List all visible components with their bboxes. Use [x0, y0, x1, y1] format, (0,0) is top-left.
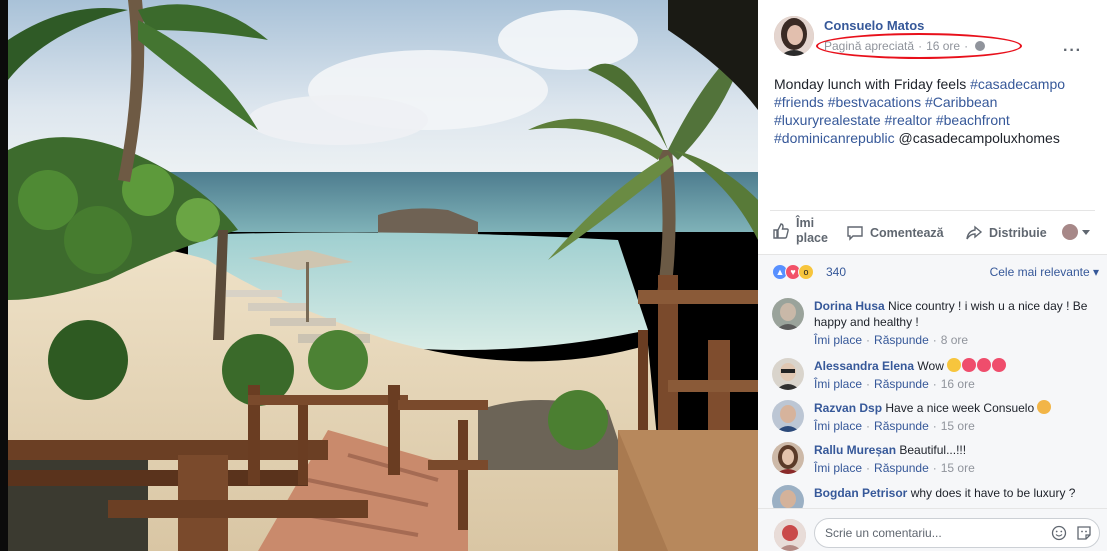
ok-hand-emoji-icon	[1037, 400, 1052, 414]
hashtag-link[interactable]: #luxuryrealestate #realtor #beachfront	[774, 112, 1010, 128]
chevron-down-icon	[1082, 229, 1090, 235]
commenter-name[interactable]: Dorina Husa	[814, 299, 885, 313]
commenter-avatar[interactable]	[772, 485, 804, 508]
heart-emoji-icon	[977, 358, 992, 372]
comment-like-link[interactable]: Îmi place	[814, 377, 862, 391]
beach-scene	[8, 0, 758, 551]
astonished-emoji-icon	[947, 358, 962, 372]
share-arrow-icon	[966, 225, 983, 240]
post-text-plain: Monday lunch with Friday feels	[774, 76, 971, 92]
commenter-name[interactable]: Rallu Mureșan	[814, 443, 896, 457]
reaction-count[interactable]: 340	[826, 265, 846, 279]
comment-reply-link[interactable]: Răspunde	[874, 419, 929, 433]
comment-text: Have a nice week Consuelo	[885, 401, 1035, 415]
photo-edge	[0, 0, 8, 551]
sticker-icon[interactable]	[1076, 525, 1092, 541]
viewer-avatar	[1062, 224, 1078, 240]
comment-sort-label: Cele mai relevante	[989, 265, 1090, 279]
post-actions-bar: Îmi place Comentează Distribuie	[772, 216, 1094, 250]
like-label: Îmi place	[796, 216, 828, 245]
divider	[770, 210, 1095, 211]
comment-actions: Îmi place · Răspunde · 15 ore	[814, 461, 975, 475]
comment-time[interactable]: 15 ore	[941, 461, 975, 475]
reaction-icons[interactable]: ▲ ♥ o	[772, 264, 814, 280]
commenter-name[interactable]: Alessandra Elena	[814, 359, 914, 373]
comment-time[interactable]: 16 ore	[941, 377, 975, 391]
viewer-avatar	[774, 519, 806, 551]
comment-actions: Îmi place · Răspunde · 15 ore	[814, 419, 975, 433]
comment-time[interactable]: 15 ore	[941, 419, 975, 433]
photo-viewer	[0, 0, 758, 551]
comment-text: Wow	[917, 359, 944, 373]
comment-composer	[758, 508, 1107, 551]
commenter-name[interactable]: Razvan Dsp	[814, 401, 882, 415]
heart-emoji-icon	[992, 358, 1007, 372]
commenter-avatar[interactable]	[772, 442, 804, 474]
highlight-annotation	[816, 33, 1022, 59]
comment-actions: Îmi place · Răspunde · 16 ore	[814, 377, 975, 391]
comments-list: Dorina Husa Nice country ! i wish u a ni…	[758, 288, 1107, 508]
more-options-button[interactable]: ···	[1063, 42, 1082, 60]
hashtag-link[interactable]: #dominicanrepublic	[774, 130, 895, 146]
comment-actions: Îmi place · Răspunde · 8 ore	[814, 333, 969, 347]
commenter-avatar[interactable]	[772, 298, 804, 330]
author-name[interactable]: Consuelo Matos	[824, 18, 924, 33]
hashtag-link[interactable]: #casadecampo	[970, 76, 1065, 92]
like-button[interactable]: Îmi place	[772, 216, 836, 246]
comment-reply-link[interactable]: Răspunde	[874, 377, 929, 391]
comment-button[interactable]: Comentează	[846, 224, 944, 242]
comment-reply-link[interactable]: Răspunde	[874, 461, 929, 475]
commenter-avatar[interactable]	[772, 400, 804, 432]
share-button[interactable]: Distribuie	[965, 224, 1047, 242]
comment-like-link[interactable]: Îmi place	[814, 461, 862, 475]
wow-reaction-icon: o	[798, 264, 814, 280]
share-label: Distribuie	[989, 226, 1047, 240]
commenter-name[interactable]: Bogdan Petrisor	[814, 486, 907, 500]
emoji-icon[interactable]	[1051, 525, 1067, 541]
comment-sort-dropdown[interactable]: Cele mai relevante ▾	[990, 265, 1099, 279]
react-as-selector[interactable]	[1062, 224, 1090, 240]
author-avatar[interactable]	[774, 16, 814, 56]
thumbs-up-icon	[773, 223, 789, 239]
comment-reply-link[interactable]: Răspunde	[874, 333, 929, 347]
comment-like-link[interactable]: Îmi place	[814, 333, 862, 347]
comment-like-link[interactable]: Îmi place	[814, 419, 862, 433]
comment-time[interactable]: 8 ore	[941, 333, 968, 347]
post-photo[interactable]	[8, 0, 758, 551]
post-text: Monday lunch with Friday feels #casadeca…	[774, 75, 1094, 147]
comment-icon	[847, 226, 863, 241]
mention-text[interactable]: @casadecampoluxhomes	[895, 130, 1060, 146]
reactions-summary: ▲ ♥ o 340 Cele mai relevante ▾	[758, 254, 1107, 288]
comment-label: Comentează	[870, 226, 944, 240]
hashtag-link[interactable]: #friends #bestvacations #Caribbean	[774, 94, 997, 110]
comment-text: why does it have to be luxury ?	[910, 486, 1076, 500]
heart-emoji-icon	[962, 358, 977, 372]
comment-text: Beautiful...!!!	[899, 443, 967, 457]
post-side-panel: Consuelo Matos Pagină apreciată · 16 ore · …	[758, 0, 1107, 551]
commenter-avatar[interactable]	[772, 358, 804, 390]
